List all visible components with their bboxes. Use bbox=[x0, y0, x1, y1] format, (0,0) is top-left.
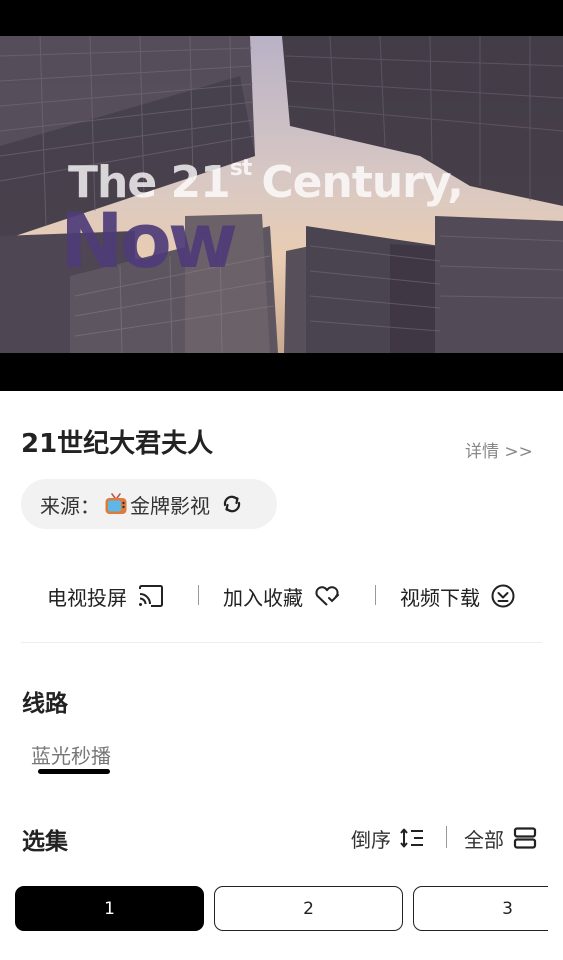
tv-icon bbox=[105, 493, 127, 514]
sort-button[interactable]: 倒序 bbox=[351, 824, 425, 852]
episode-button[interactable]: 3 bbox=[413, 886, 548, 931]
episode-button[interactable]: 1 bbox=[15, 886, 204, 931]
favorite-button[interactable]: 加入收藏 bbox=[223, 575, 341, 617]
route-section-title: 线路 bbox=[22, 691, 68, 717]
source-label: 来源： bbox=[40, 493, 100, 518]
section-divider bbox=[21, 642, 542, 643]
list-view-icon bbox=[513, 827, 537, 849]
video-frame[interactable]: The 21st Century, Now bbox=[0, 36, 563, 353]
video-player[interactable]: The 21st Century, Now bbox=[0, 0, 563, 391]
episodes-section-title: 选集 bbox=[22, 829, 68, 855]
action-separator bbox=[198, 585, 199, 605]
sort-icon bbox=[400, 828, 423, 848]
cast-icon bbox=[139, 585, 163, 607]
download-button[interactable]: 视频下载 bbox=[400, 575, 516, 617]
action-bar: 电视投屏 加入收藏 视频下载 bbox=[0, 575, 563, 617]
download-icon bbox=[491, 584, 515, 608]
source-selector[interactable]: 来源： 金牌影视 bbox=[21, 479, 277, 529]
all-episodes-label: 全部 bbox=[464, 827, 504, 852]
source-name: 金牌影视 bbox=[130, 493, 210, 518]
route-tab-indicator bbox=[38, 769, 110, 774]
video-title: 21世纪大君夫人 bbox=[21, 429, 214, 459]
route-tab[interactable]: 蓝光秒播 bbox=[31, 740, 111, 769]
favorite-label: 加入收藏 bbox=[223, 585, 303, 610]
action-separator bbox=[375, 585, 376, 605]
cast-label: 电视投屏 bbox=[47, 585, 127, 610]
cast-button[interactable]: 电视投屏 bbox=[47, 575, 165, 617]
sort-label: 倒序 bbox=[351, 827, 391, 852]
heart-icon bbox=[315, 586, 339, 606]
episode-button[interactable]: 2 bbox=[214, 886, 403, 931]
video-overlay-word: Now bbox=[60, 196, 238, 285]
episodes-control-separator bbox=[446, 826, 447, 848]
refresh-icon[interactable] bbox=[220, 492, 244, 516]
episode-list: 1 2 3 bbox=[15, 886, 548, 932]
all-episodes-button[interactable]: 全部 bbox=[464, 824, 537, 852]
download-label: 视频下载 bbox=[400, 585, 480, 610]
details-link[interactable]: 详情 >> bbox=[465, 437, 533, 462]
